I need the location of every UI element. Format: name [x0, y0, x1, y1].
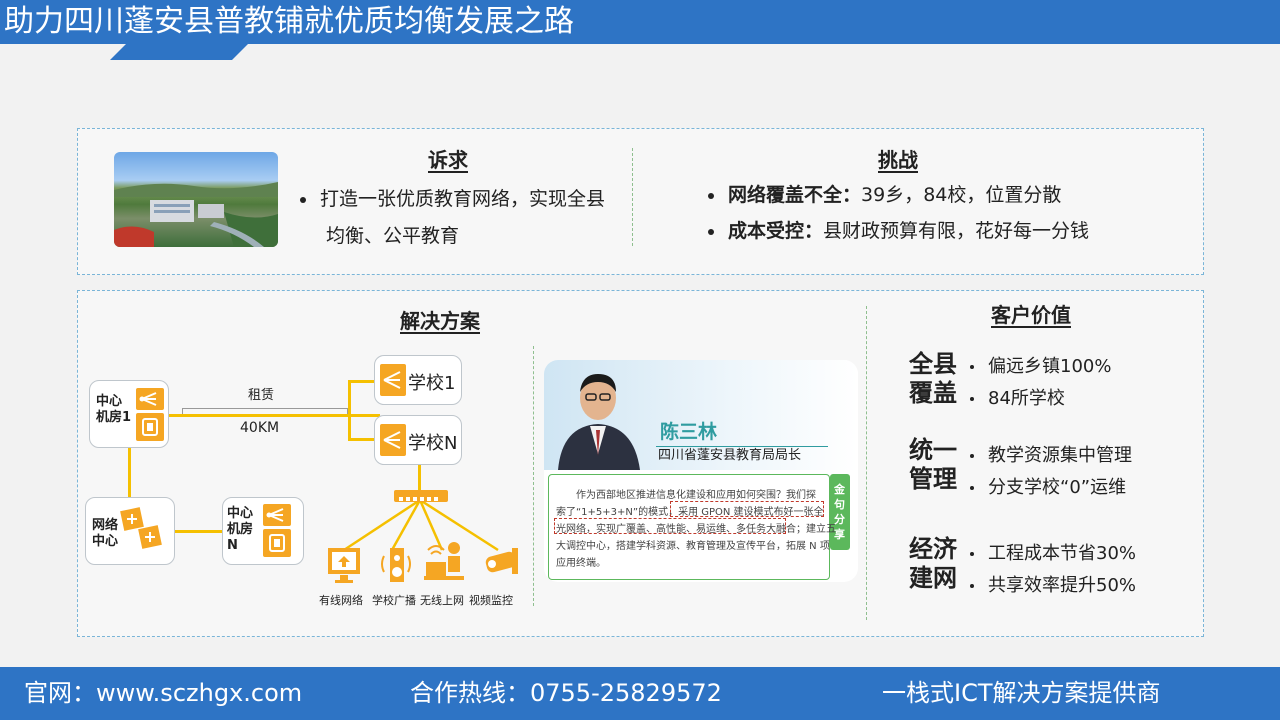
demand-bullet: 打造一张优质教育网络，实现全县: [300, 180, 605, 218]
wifi-user-icon: [424, 542, 464, 580]
value-group-1-item-1: 偏远乡镇100%: [970, 352, 1111, 378]
value-group-3-item-2: 共享效率提升50%: [970, 571, 1136, 597]
school-n-label: 学校N: [408, 433, 458, 454]
value-group-3-line2: 建网: [909, 564, 957, 592]
value-title: 客户价值: [991, 303, 1071, 327]
value-group-1-item-2-text: 84所学校: [988, 388, 1065, 409]
branch-line-bottom: [348, 438, 376, 441]
value-group-2-line1: 统一: [909, 436, 957, 464]
demand-text-line2: 均衡、公平教育: [326, 225, 460, 247]
switch-icon: [394, 490, 448, 502]
onu-icon: [380, 364, 406, 396]
highlight-box-2: [554, 518, 786, 534]
value-group-1-line2: 覆盖: [909, 379, 957, 407]
quote-line-4: 大调控中心，搭建学科资源、教育管理及宣传平台，拓展 N 项: [556, 541, 830, 552]
branch-line-top: [348, 380, 376, 383]
challenge-item-2: 成本受控：县财政预算有限，花好每一分钱: [708, 212, 1089, 250]
bullet-dot: [970, 454, 974, 458]
branch-line: [348, 380, 351, 440]
vertical-link: [128, 448, 131, 498]
lease-bracket: [182, 408, 348, 414]
header-accent-tab: [110, 44, 248, 60]
challenge-title: 挑战: [878, 148, 918, 172]
footer-website[interactable]: 官网：www.sczhgx.com: [24, 667, 302, 720]
demand-title: 诉求: [428, 148, 468, 172]
quote-line-1: 作为西部地区推进信息化建设和应用如何突围？我们探: [576, 490, 816, 501]
highlight-box-1: [670, 501, 824, 517]
bullet-dot: [970, 552, 974, 556]
footer-hotline: 合作热线：0755-25829572: [410, 679, 722, 707]
campus-photo: [114, 152, 278, 247]
service-label-wifi: 无线上网: [420, 594, 464, 607]
broadcast-icon: [381, 548, 411, 582]
official-name: 陈三林: [660, 421, 718, 443]
quote-line-5: 应用终端。: [556, 558, 606, 569]
service-label-broadcast: 学校广播: [372, 594, 416, 607]
bullet-dot: [970, 584, 974, 588]
page-title: 助力四川蓬安县普教铺就优质均衡发展之路: [4, 4, 574, 39]
challenge-item-2-label: 成本受控：: [728, 220, 824, 242]
footer-slogan: 一栈式ICT解决方案提供商: [882, 679, 1161, 707]
official-role: 四川省蓬安县教育局局长: [658, 448, 802, 463]
challenge-item-1: 网络覆盖不全：39乡，84校，位置分散: [708, 176, 1061, 214]
network-center-label: 网络 中心: [92, 518, 119, 549]
demand-text-line1: 打造一张优质教育网络，实现全县: [320, 188, 606, 210]
value-group-1-line1: 全县: [909, 350, 957, 378]
bullet-dot: [300, 196, 306, 203]
value-group-2-item-1: 教学资源集中管理: [970, 441, 1132, 467]
challenge-item-1-text: 39乡，84校，位置分散: [861, 184, 1062, 206]
school-1-label: 学校1: [408, 373, 456, 394]
solution-divider: [533, 346, 534, 606]
bullet-dot: [708, 192, 714, 199]
horizontal-link: [174, 530, 224, 533]
value-group-2-line2: 管理: [909, 465, 957, 493]
value-group-3-item-1: 工程成本节省30%: [970, 539, 1136, 565]
bullet-dot: [708, 228, 714, 235]
value-group-1-item-2: 84所学校: [970, 384, 1065, 410]
service-label-wired: 有线网络: [319, 594, 363, 607]
switch-uplink: [418, 462, 421, 490]
value-group-2-item-1-text: 教学资源集中管理: [988, 445, 1132, 466]
center-room-n-label: 中心 机房 N: [227, 506, 254, 553]
solution-title: 解决方案: [400, 309, 480, 333]
challenge-item-1-label: 网络覆盖不全：: [728, 184, 862, 206]
olt-icon: [136, 388, 164, 410]
value-group-2-item-2: 分支学校“0”运维: [970, 473, 1126, 499]
bullet-dot: [970, 365, 974, 369]
lease-label: 租赁: [248, 388, 275, 403]
splitter-icon: [263, 529, 291, 557]
value-group-3-item-2-text: 共享效率提升50%: [988, 575, 1137, 596]
bullet-dot: [970, 397, 974, 401]
bullet-dot: [970, 486, 974, 490]
monitor-icon: [328, 548, 360, 583]
official-portrait: [558, 374, 640, 470]
top-divider: [632, 148, 633, 246]
camera-icon: [485, 548, 518, 574]
distance-label: 40KM: [240, 420, 280, 436]
quote-card: 陈三林 四川省蓬安县教育局局长 金句分享 作为西部地区推进信息化建设和应用如何突…: [544, 360, 858, 582]
olt-icon: [263, 504, 291, 526]
challenge-item-2-text: 县财政预算有限，花好每一分钱: [823, 220, 1090, 242]
center-room-1-label: 中心 机房1: [96, 394, 132, 425]
router-stack-icon: [120, 507, 162, 549]
splitter-icon: [136, 413, 164, 441]
campus-illustration: [114, 182, 278, 247]
value-group-1-item-1-text: 偏远乡镇100%: [988, 356, 1112, 377]
service-label-cctv: 视频监控: [469, 594, 513, 607]
value-divider: [866, 306, 867, 620]
value-group-2-item-2-text: 分支学校“0”运维: [988, 477, 1127, 498]
value-group-3-item-1-text: 工程成本节省30%: [988, 543, 1137, 564]
value-group-3-line1: 经济: [909, 535, 957, 563]
onu-icon: [380, 424, 406, 456]
